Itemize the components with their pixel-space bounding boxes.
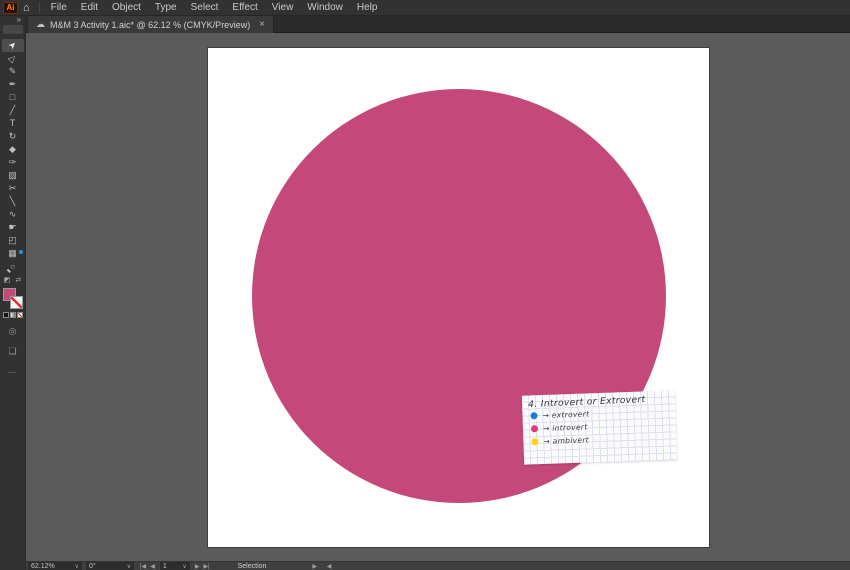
pink-dot-icon	[530, 425, 539, 433]
tab-close-icon[interactable]: ×	[259, 19, 265, 30]
perspective-grid-tool[interactable]: ▦	[2, 247, 24, 260]
rectangle-tool-icon: □	[9, 92, 16, 102]
menu-divider	[38, 2, 40, 13]
legend-label-ambivert: → ambivert	[543, 435, 590, 446]
chevron-down-icon: ∨	[182, 563, 187, 570]
menu-window[interactable]: Window	[300, 0, 350, 16]
perspective-grid-tool-icon: ▦	[8, 248, 17, 258]
line-segment-tool-icon: ╱	[9, 105, 16, 115]
scissors-tool-icon: ✂	[8, 183, 17, 193]
artboard-tool-icon: ◰	[8, 235, 17, 245]
zoom-tool-icon: ○	[10, 261, 15, 271]
menu-type[interactable]: Type	[148, 0, 184, 16]
status-label: Selection	[237, 562, 267, 570]
gradient-mode-button[interactable]	[9, 312, 16, 318]
document-tab-bar: ☁ M&M 3 Activity 1.aic* @ 62.12 % (CMYK/…	[26, 16, 850, 33]
chevron-down-icon: ∨	[126, 563, 131, 570]
screen-mode-button[interactable]: ❏	[2, 344, 24, 358]
zoom-tool[interactable]: ○	[2, 260, 24, 273]
hand-tool[interactable]: ☛	[2, 221, 24, 234]
eraser-tool[interactable]: ◆	[2, 143, 24, 156]
menu-file[interactable]: File	[44, 0, 74, 16]
cloud-document-icon: ☁	[36, 19, 45, 29]
handwritten-note-image[interactable]: 4. Introvert or Extrovert → extrovert → …	[521, 390, 678, 465]
zoom-level-value: 62.12%	[31, 562, 55, 570]
status-bar: 62.12% ∨ 0° ∨ |◀ ◀ 1 ∨ ▶ ▶| Selection ▶ …	[26, 561, 850, 570]
type-tool-icon: T	[9, 118, 16, 128]
artboard-number-select[interactable]: 1 ∨	[159, 562, 190, 570]
fill-stroke-swatches	[2, 288, 23, 309]
status-scroll-arrows[interactable]: ▶ ◀	[312, 563, 335, 570]
edit-toolbar-button[interactable]: …	[8, 365, 18, 375]
rotation-select[interactable]: 0° ∨	[86, 562, 134, 570]
eraser-tool-icon: ◆	[9, 144, 16, 154]
document-tab-title: M&M 3 Activity 1.aic* @ 62.12 % (CMYK/Pr…	[50, 19, 251, 30]
color-mode-buttons	[2, 312, 23, 318]
illustrator-logo-icon: Ai	[3, 1, 18, 14]
menu-bar: Ai ⌂ File Edit Object Type Select Effect…	[0, 0, 850, 16]
knife-tool[interactable]: ╲	[2, 195, 24, 208]
toolbar-grip[interactable]	[2, 25, 23, 34]
eyedropper-tool-icon: ✑	[8, 157, 17, 167]
last-artboard-button[interactable]: ▶|	[201, 563, 211, 570]
blue-dot-icon	[530, 412, 538, 420]
menu-select[interactable]: Select	[184, 0, 226, 16]
shaper-tool-icon: ∿	[8, 209, 17, 219]
direct-selection-tool-icon: ▷	[6, 52, 19, 65]
none-mode-button[interactable]	[16, 312, 23, 318]
artboard-number-value: 1	[162, 562, 167, 570]
menu-edit[interactable]: Edit	[74, 0, 105, 16]
rotation-value: 0°	[89, 562, 96, 570]
chevron-down-icon: ∨	[74, 563, 79, 570]
knife-tool-icon: ╲	[9, 196, 16, 206]
shaper-tool[interactable]: ∿	[2, 208, 24, 221]
gradient-tool[interactable]: ▨	[2, 169, 24, 182]
rotate-tool[interactable]: ↻	[2, 130, 24, 143]
first-artboard-button[interactable]: |◀	[138, 563, 148, 570]
menu-object[interactable]: Object	[105, 0, 148, 16]
notification-dot	[18, 250, 23, 254]
legend-label-extrovert: → extrovert	[542, 409, 590, 420]
rectangle-tool[interactable]: □	[2, 91, 24, 104]
previous-artboard-button[interactable]: ◀	[148, 563, 157, 570]
draw-mode-button[interactable]: ◎	[2, 324, 24, 338]
next-artboard-button[interactable]: ▶	[193, 563, 202, 570]
pen-tool-icon: ✒	[8, 79, 17, 89]
menu-effect[interactable]: Effect	[225, 0, 264, 16]
stroke-color-swatch[interactable]	[9, 296, 23, 309]
home-icon[interactable]: ⌂	[23, 2, 30, 14]
menu-view[interactable]: View	[265, 0, 301, 16]
color-mode-button[interactable]	[2, 312, 9, 318]
menu-help[interactable]: Help	[350, 0, 385, 16]
scissors-tool[interactable]: ✂	[2, 182, 24, 195]
direct-selection-tool[interactable]: ▷	[2, 52, 24, 65]
paintbrush-tool-icon: ✎	[8, 66, 17, 76]
type-tool[interactable]: T	[2, 117, 24, 130]
legend-label-introvert: → introvert	[542, 422, 588, 433]
gradient-tool-icon: ▨	[8, 170, 17, 180]
artboard[interactable]: 4. Introvert or Extrovert → extrovert → …	[208, 48, 709, 547]
canvas-area[interactable]: 4. Introvert or Extrovert → extrovert → …	[26, 33, 850, 561]
document-tab[interactable]: ☁ M&M 3 Activity 1.aic* @ 62.12 % (CMYK/…	[28, 16, 275, 33]
selection-tool-icon: ➤	[5, 38, 19, 52]
selection-tool[interactable]: ➤	[1, 38, 24, 52]
eyedropper-tool[interactable]: ✑	[2, 156, 24, 169]
tools-panel: » ➤ ▷ ✎ ✒ □ ╱ T ↻ ◆ ✑ ▨ ✂ ╲ ∿ ☛ ◰ ▦ ○ ◩ …	[0, 16, 26, 570]
hand-tool-icon: ☛	[8, 222, 17, 232]
toolbar-collapse-icon[interactable]: »	[13, 16, 25, 24]
line-segment-tool[interactable]: ╱	[2, 104, 24, 117]
zoom-level-select[interactable]: 62.12% ∨	[28, 562, 82, 570]
rotate-tool-icon: ↻	[8, 131, 17, 141]
swap-colors-icon[interactable]: ⇄	[15, 276, 21, 284]
artboard-tool[interactable]: ◰	[2, 234, 24, 247]
paintbrush-tool[interactable]: ✎	[2, 65, 24, 78]
default-colors-icon[interactable]: ◩	[4, 276, 11, 284]
pen-tool[interactable]: ✒	[2, 78, 24, 91]
yellow-dot-icon	[531, 438, 539, 446]
